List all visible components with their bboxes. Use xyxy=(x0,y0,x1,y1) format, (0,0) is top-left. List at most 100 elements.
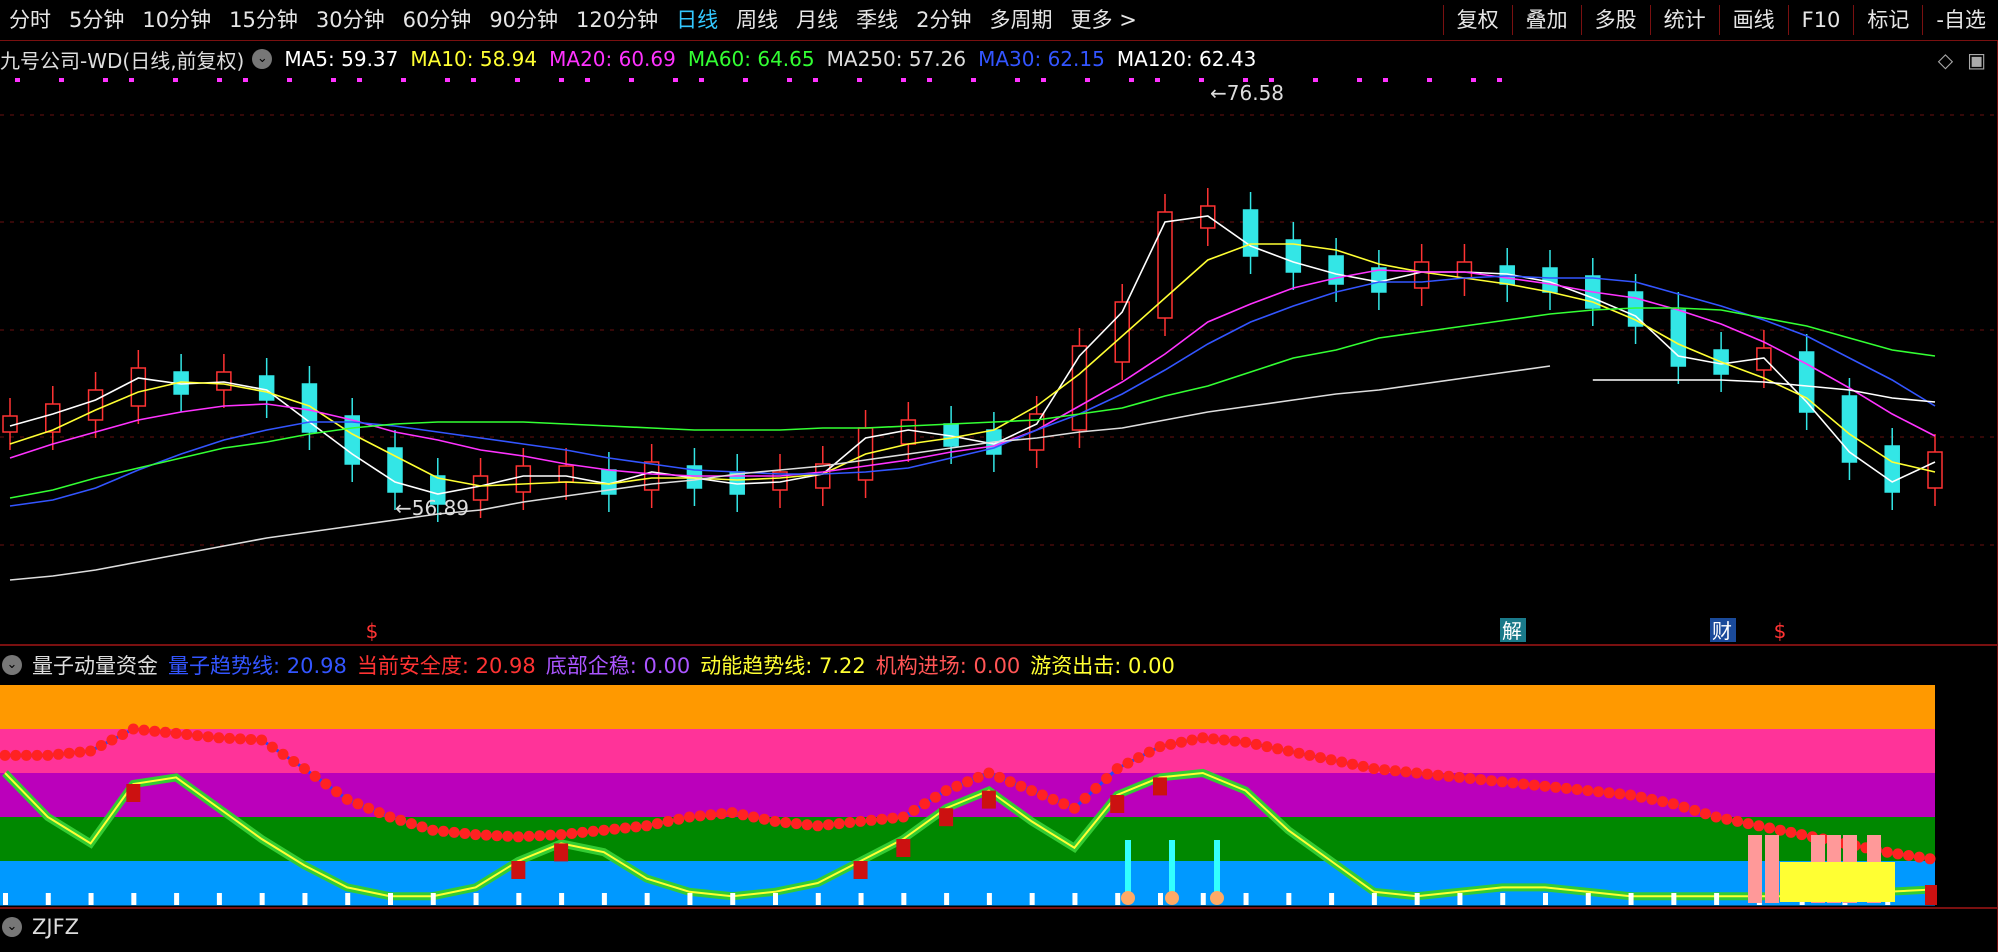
candle xyxy=(1413,261,1430,289)
trend-dot xyxy=(277,748,289,760)
trend-dot xyxy=(1133,752,1145,764)
bottom-tick xyxy=(559,893,565,905)
bottom-tick xyxy=(302,893,308,905)
signal-dot xyxy=(1357,78,1362,82)
trend-dot xyxy=(716,808,728,820)
trend-dot xyxy=(598,824,610,836)
trend-dot xyxy=(1796,829,1808,841)
trend-dot xyxy=(1421,768,1433,780)
candle xyxy=(1884,445,1900,493)
trend-dot xyxy=(1304,749,1316,761)
bottom-tick xyxy=(259,893,265,905)
chevron-down-icon[interactable]: ⌄ xyxy=(2,655,22,675)
momentum-bar xyxy=(126,784,141,802)
trend-dot xyxy=(309,770,321,782)
trend-dot xyxy=(1325,754,1337,766)
trend-dot xyxy=(983,767,995,779)
trend-dot xyxy=(288,755,300,767)
trend-dot xyxy=(352,798,364,810)
candle xyxy=(1456,261,1473,279)
trend-dot xyxy=(159,726,171,738)
signal-dot xyxy=(103,78,108,82)
trend-dot xyxy=(245,733,257,745)
trend-dot xyxy=(1753,820,1765,832)
trend-dot xyxy=(448,826,460,838)
trend-dot xyxy=(20,749,32,761)
trend-dot xyxy=(1732,815,1743,827)
bottom-tick xyxy=(1072,893,1078,905)
trend-dot xyxy=(1453,771,1465,783)
trend-dot xyxy=(641,820,653,832)
trend-dot xyxy=(1090,782,1102,794)
low-price-label: ←56.89 xyxy=(395,496,469,520)
trend-dot xyxy=(534,830,546,842)
trend-dot xyxy=(1924,853,1936,865)
trend-dot xyxy=(1036,789,1048,801)
signal-dot xyxy=(217,78,222,82)
event-marker: 财 xyxy=(1712,619,1732,643)
chart-canvas[interactable]: ←76.58 ←56.89 $ 解 财 $ xyxy=(0,0,1998,952)
signal-dot xyxy=(515,78,520,82)
trend-dot xyxy=(1625,789,1637,801)
candle xyxy=(1542,267,1558,293)
bottom-tick xyxy=(1286,893,1292,905)
bottom-tick xyxy=(773,893,778,905)
bottom-tick xyxy=(1029,893,1035,905)
signal-dot xyxy=(1383,78,1388,82)
signal-dot xyxy=(1269,78,1274,82)
signal-dot xyxy=(401,78,406,82)
trend-dot xyxy=(897,811,909,823)
candle xyxy=(216,371,232,391)
trend-dot xyxy=(1603,787,1615,799)
momentum-bar xyxy=(554,843,569,862)
candle xyxy=(387,447,403,493)
trend-dot xyxy=(512,831,524,843)
trend-dot xyxy=(1614,788,1626,800)
trend-dot xyxy=(192,730,203,742)
trend-dot xyxy=(1058,798,1070,810)
sub-chart-2-title: ZJFZ xyxy=(32,915,80,939)
bottom-tick xyxy=(986,893,992,905)
color-band xyxy=(0,685,1935,730)
trend-dot xyxy=(1293,747,1305,759)
bottom-tick xyxy=(644,893,650,905)
trend-dot xyxy=(149,725,161,737)
bottom-tick xyxy=(3,893,8,905)
signal-icon xyxy=(1210,891,1224,905)
trend-dot xyxy=(234,733,246,745)
signal-dot xyxy=(585,78,590,82)
trend-dot xyxy=(865,814,877,826)
bottom-tick xyxy=(687,893,693,905)
trend-dot xyxy=(1347,758,1358,770)
trend-dot xyxy=(940,785,952,797)
bottom-tick xyxy=(1714,893,1720,905)
trend-dot xyxy=(1667,798,1679,810)
bottom-tick xyxy=(216,893,222,905)
trend-dot xyxy=(737,809,749,821)
trend-dot xyxy=(1314,752,1326,764)
candle xyxy=(258,375,275,401)
trend-dot xyxy=(502,830,514,842)
trend-dot xyxy=(726,807,738,819)
signal-dot xyxy=(1497,78,1502,82)
trend-dot xyxy=(919,798,931,810)
trend-dot xyxy=(341,793,353,805)
trend-dot xyxy=(1881,846,1893,858)
bottom-tick xyxy=(601,893,607,905)
trend-dot xyxy=(1592,786,1604,798)
candle xyxy=(643,461,660,491)
signal-dot xyxy=(1041,78,1046,82)
bottom-tick xyxy=(45,893,51,905)
indicator-legend-item: 量子趋势线: 20.98 xyxy=(168,654,347,678)
signal-dot xyxy=(173,78,178,82)
trend-dot xyxy=(256,734,268,746)
sub-chart-1-title: 量子动量资金 xyxy=(32,654,158,678)
trend-dot xyxy=(384,811,396,823)
trend-dot xyxy=(523,830,535,842)
candle xyxy=(558,465,574,483)
trend-dot xyxy=(1432,769,1444,781)
chevron-down-icon[interactable]: ⌄ xyxy=(2,917,22,937)
trend-dot xyxy=(1026,785,1038,797)
trend-dot xyxy=(1068,802,1080,814)
signal-dot xyxy=(813,78,818,82)
